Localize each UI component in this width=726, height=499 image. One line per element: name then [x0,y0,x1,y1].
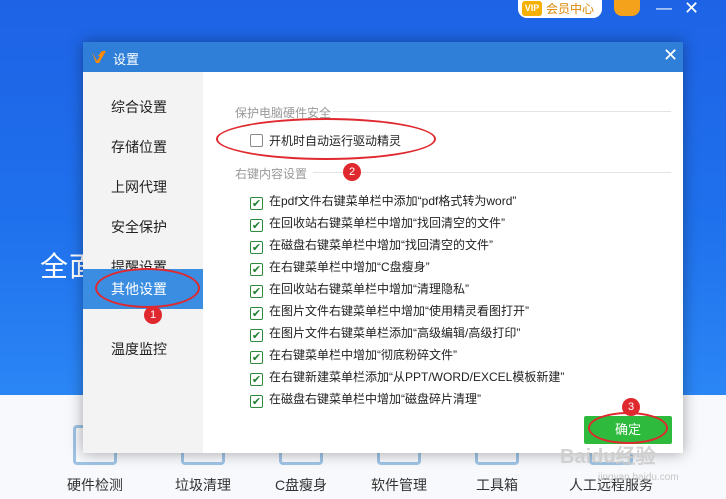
option-label: 在右键菜单栏中增加“C盘瘦身” [269,260,430,274]
section-divider [313,172,671,173]
sidebar-item-temperature[interactable]: 温度监控 [83,329,203,369]
sidebar-item-security[interactable]: 安全保护 [83,207,203,247]
section-title-context-menu: 右键内容设置 [235,167,308,181]
settings-dialog: 设置 ✕ 综合设置 存储位置 上网代理 安全保护 提醒设置 其他设置 温度监控 … [83,42,683,453]
option-label: 在磁盘右键菜单栏中增加“找回清空的文件” [269,238,493,252]
annotation-marker-3: 3 [622,398,640,416]
checkbox-checked[interactable]: ✔ [250,197,263,210]
tool-label: C盘瘦身 [274,477,328,493]
checkbox-checked[interactable]: ✔ [250,351,263,364]
annotation-marker-1: 1 [144,306,162,324]
dialog-titlebar[interactable]: 设置 ✕ [83,42,683,72]
option-label: 在图片文件右键菜单栏添加“高级编辑/高级打印” [269,326,521,340]
option-pdf-to-word[interactable]: ✔ 在pdf文件右键菜单栏中添加“pdf格式转为word” [250,192,516,210]
option-c-drive-slim[interactable]: ✔ 在右键菜单栏中增加“C盘瘦身” [250,258,430,276]
annotation-ring-autostart [216,118,436,160]
game-icon[interactable] [614,0,640,16]
option-label: 在右键新建菜单栏添加“从PPT/WORD/EXCEL模板新建” [269,370,565,384]
settings-sidebar: 综合设置 存储位置 上网代理 安全保护 提醒设置 其他设置 温度监控 [83,72,203,453]
dialog-title: 设置 [113,52,140,67]
checkbox-checked[interactable]: ✔ [250,241,263,254]
option-new-from-template[interactable]: ✔ 在右键新建菜单栏添加“从PPT/WORD/EXCEL模板新建” [250,368,564,386]
option-recycle-recover[interactable]: ✔ 在回收站右键菜单栏中增加“找回清空的文件” [250,214,505,232]
option-label: 在图片文件右键菜单栏中增加“使用精灵看图打开” [269,304,529,318]
sidebar-item-proxy[interactable]: 上网代理 [83,167,203,207]
option-image-edit-print[interactable]: ✔ 在图片文件右键菜单栏添加“高级编辑/高级打印” [250,324,520,342]
tool-label: 垃圾清理 [175,477,231,493]
vip-center-button[interactable]: VIP 会员中心 [518,0,603,18]
annotation-ring-other-settings [95,268,200,308]
close-icon[interactable]: ✕ [684,0,699,19]
option-shred-file[interactable]: ✔ 在右键菜单栏中增加“彻底粉碎文件” [250,346,457,364]
checkbox-checked[interactable]: ✔ [250,373,263,386]
option-disk-recover[interactable]: ✔ 在磁盘右键菜单栏中增加“找回清空的文件” [250,236,493,254]
checkbox-checked[interactable]: ✔ [250,395,263,408]
tool-label: 软件管理 [371,477,427,493]
option-disk-defrag[interactable]: ✔ 在磁盘右键菜单栏中增加“磁盘碎片清理” [250,390,481,408]
minimize-icon[interactable]: — [656,0,672,18]
vip-icon: VIP [522,1,542,16]
checkbox-checked[interactable]: ✔ [250,307,263,320]
option-label: 在回收站右键菜单栏中增加“找回清空的文件” [269,216,505,230]
tool-label: 工具箱 [476,477,518,493]
option-image-viewer[interactable]: ✔ 在图片文件右键菜单栏中增加“使用精灵看图打开” [250,302,529,320]
annotation-marker-2: 2 [343,163,361,181]
option-label: 在右键菜单栏中增加“彻底粉碎文件” [269,348,457,362]
tool-label: 硬件检测 [67,477,123,493]
section-divider [333,111,671,112]
watermark-logo: Baidu经验 [560,446,656,468]
watermark-url: jingyan.baidu.com [598,472,679,483]
option-label: 在回收站右键菜单栏中增加“清理隐私” [269,282,469,296]
sidebar-item-general[interactable]: 综合设置 [83,87,203,127]
sidebar-item-storage[interactable]: 存储位置 [83,127,203,167]
checkbox-checked[interactable]: ✔ [250,263,263,276]
checkbox-checked[interactable]: ✔ [250,285,263,298]
option-label: 在pdf文件右键菜单栏中添加“pdf格式转为word” [269,194,517,208]
checkbox-checked[interactable]: ✔ [250,219,263,232]
option-clean-privacy[interactable]: ✔ 在回收站右键菜单栏中增加“清理隐私” [250,280,469,298]
option-label: 在磁盘右键菜单栏中增加“磁盘碎片清理” [269,392,481,406]
vip-center-label: 会员中心 [546,2,595,16]
checkbox-checked[interactable]: ✔ [250,329,263,342]
app-logo-icon [92,51,106,63]
dialog-close-icon[interactable]: ✕ [663,45,678,66]
